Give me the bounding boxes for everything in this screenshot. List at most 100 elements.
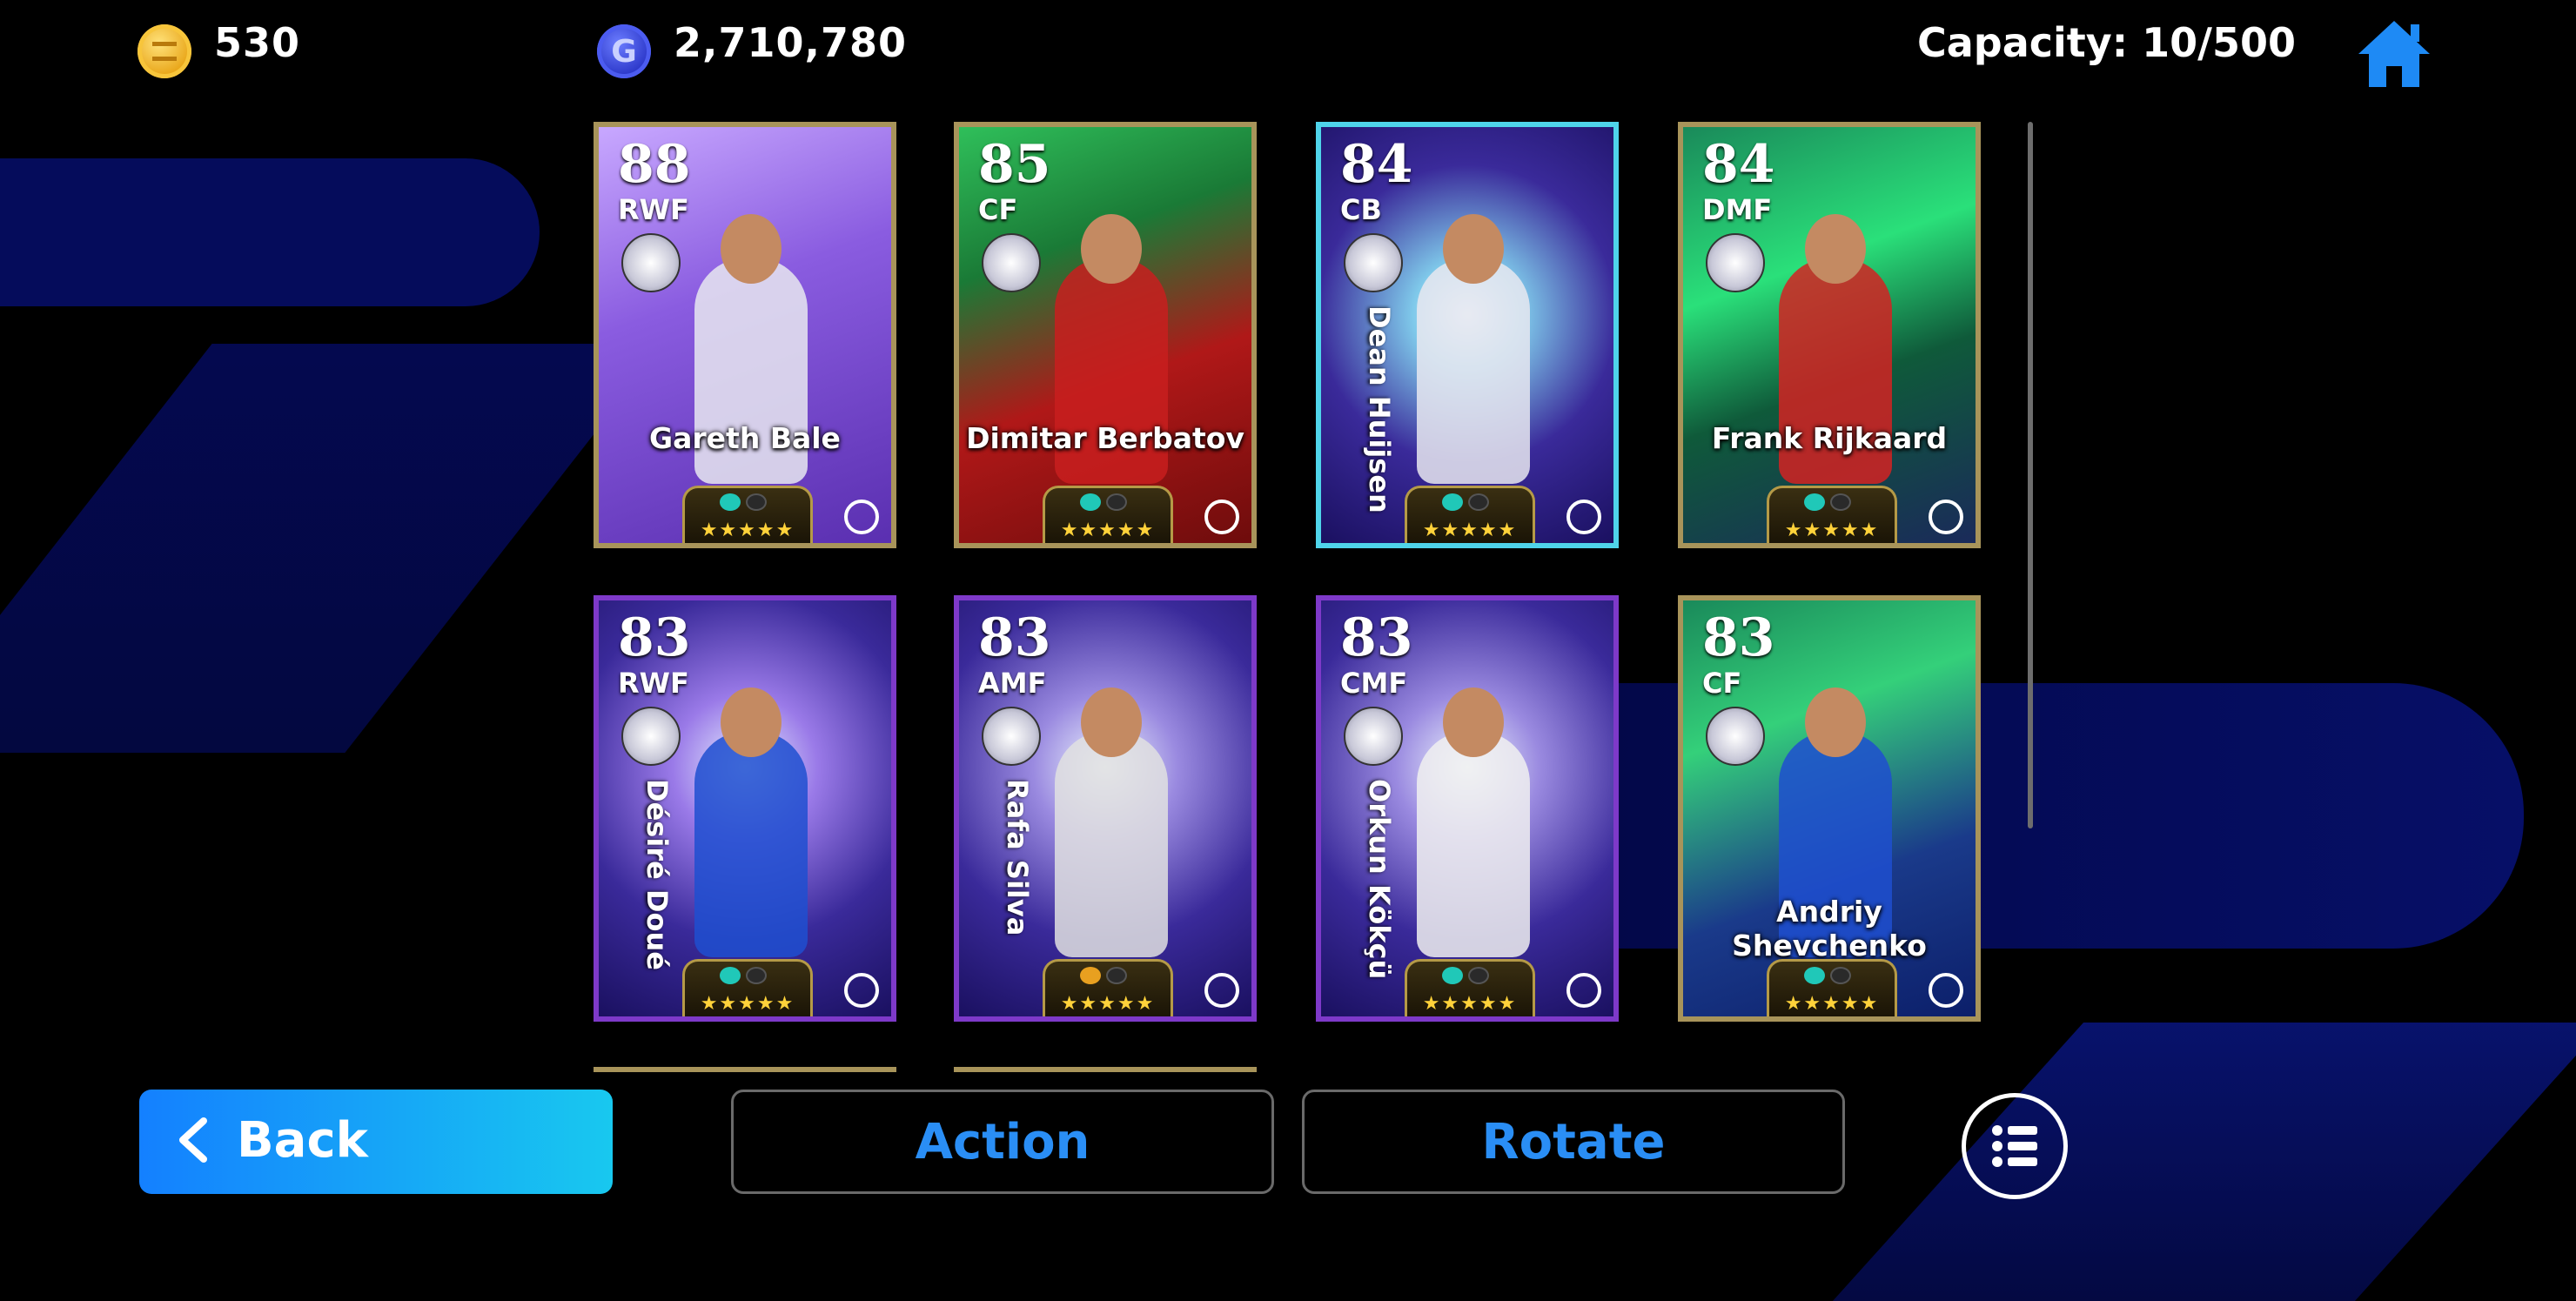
player-card[interactable]: 85 CF Dimitar Berbatov ★★★★★ [954,122,1257,548]
card-player-name: Désiré Doué [641,779,674,970]
card-footer: ★★★★★ [1767,486,1897,543]
star-rating: ★★★★★ [1060,993,1156,1015]
card-rating: 83 [1702,607,1775,668]
skill-dots [1080,967,1141,986]
club-badge-icon [1706,233,1765,292]
card-rating: 83 [618,607,691,668]
card-partial[interactable] [594,1067,896,1079]
skill-dots [1442,967,1503,986]
card-footer: ★★★★★ [1405,486,1535,543]
card-position: CF [978,193,1018,226]
list-menu-icon [1992,1125,2037,1167]
back-button-label: Back [237,1112,368,1169]
card-rating: 83 [1340,607,1413,668]
background-stripe [1832,1023,2576,1301]
efootball-logo-icon [844,500,879,534]
skill-dot-icon [1830,493,1851,511]
player-card[interactable]: 83 AMF Rafa Silva ★★★★★ [954,595,1257,1022]
club-badge-icon [1344,233,1403,292]
card-player-name: Dimitar Berbatov [966,421,1244,455]
club-badge-icon [1344,707,1403,766]
card-footer: ★★★★★ [1405,959,1535,1016]
skill-dot-icon [720,493,741,511]
skill-dot-icon [1804,967,1825,984]
card-position: DMF [1702,193,1773,226]
card-rating: 88 [618,134,691,195]
player-card[interactable]: 83 RWF Désiré Doué ★★★★★ [594,595,896,1022]
star-rating: ★★★★★ [1784,993,1880,1015]
gold-coin-icon [138,24,191,78]
skill-dots [1080,493,1141,513]
card-footer: ★★★★★ [682,486,813,543]
scrollbar[interactable] [2028,122,2033,828]
skill-dot-icon [1080,493,1101,511]
gp-coin-icon: G [597,24,651,78]
efootball-logo-icon [844,973,879,1008]
top-bar: 530 G 2,710,780 Capacity: 10/500 [0,0,2576,104]
capacity-label: Capacity: 10/500 [1916,19,2296,66]
club-badge-icon [982,707,1041,766]
star-rating: ★★★★★ [1422,520,1518,541]
skill-dot-icon [1442,967,1463,984]
card-footer: ★★★★★ [1043,486,1173,543]
action-button[interactable]: Action [731,1090,1274,1194]
gp-count: 2,710,780 [674,19,907,66]
star-rating: ★★★★★ [700,520,795,541]
skill-dot-icon [1468,967,1489,984]
player-figure [1417,731,1530,957]
action-button-label: Action [915,1113,1090,1170]
star-rating: ★★★★★ [1784,520,1880,541]
skill-dots [1442,493,1503,513]
player-figure [1055,731,1168,957]
back-button[interactable]: Back [139,1090,613,1194]
card-footer: ★★★★★ [1043,959,1173,1016]
efootball-logo-icon [1204,973,1239,1008]
skill-dot-icon [1804,493,1825,511]
card-rating: 84 [1702,134,1775,195]
card-player-name: Frank Rijkaard [1711,421,1948,455]
card-partial[interactable] [954,1067,1257,1079]
player-head [721,214,782,284]
chevron-left-icon [179,1117,207,1163]
star-rating: ★★★★★ [700,993,795,1015]
card-position: RWF [618,667,689,700]
card-player-name: Gareth Bale [649,421,841,455]
card-position: CF [1702,667,1742,700]
club-badge-icon [1706,707,1765,766]
player-card[interactable]: 88 RWF Gareth Bale ★★★★★ [594,122,896,548]
skill-dot-icon [720,967,741,984]
player-card[interactable]: 84 CB Dean Huijsen ★★★★★ [1316,122,1619,548]
star-rating: ★★★★★ [1060,520,1156,541]
skill-dots [1804,967,1865,986]
skill-dot-icon [1106,493,1127,511]
player-card[interactable]: 84 DMF Frank Rijkaard ★★★★★ [1678,122,1981,548]
efootball-logo-icon [1929,973,1963,1008]
efootball-logo-icon [1566,973,1601,1008]
background-stripe [0,344,665,753]
efootball-logo-icon [1204,500,1239,534]
rotate-button[interactable]: Rotate [1302,1090,1845,1194]
skill-dot-icon [1106,967,1127,984]
club-badge-icon [621,707,681,766]
list-menu-button[interactable] [1962,1093,2068,1199]
skill-dot-icon [1830,967,1851,984]
card-player-name: Orkun Kökçü [1363,779,1396,980]
skill-dot-icon [746,493,767,511]
player-head [1081,214,1142,284]
player-head [1805,687,1866,757]
player-head [1443,214,1504,284]
coin-count: 530 [214,19,301,66]
card-player-name: Rafa Silva [1001,779,1034,936]
player-card[interactable]: 83 CMF Orkun Kökçü ★★★★★ [1316,595,1619,1022]
efootball-logo-icon [1566,500,1601,534]
player-head [1805,214,1866,284]
skill-dot-icon [746,967,767,984]
player-head [721,687,782,757]
efootball-logo-icon [1929,500,1963,534]
player-head [1443,687,1504,757]
skill-dot-icon [1468,493,1489,511]
club-badge-icon [621,233,681,292]
star-rating: ★★★★★ [1422,993,1518,1015]
home-icon[interactable] [2355,16,2433,91]
player-card[interactable]: 83 CF Andriy Shevchenko ★★★★★ [1678,595,1981,1022]
